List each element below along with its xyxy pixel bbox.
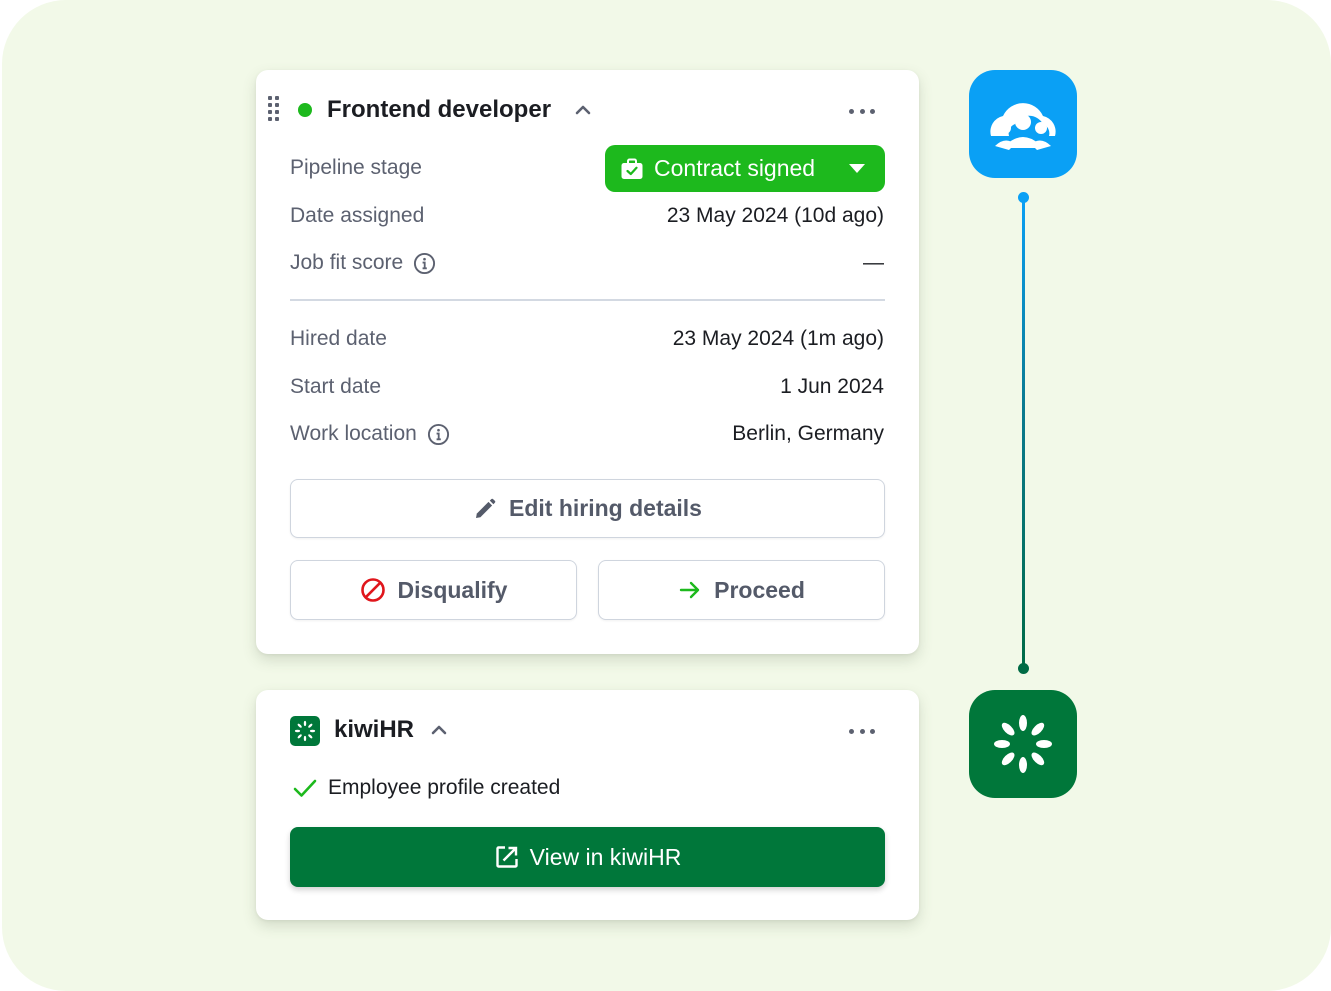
external-link-icon bbox=[495, 846, 518, 868]
info-icon[interactable] bbox=[413, 252, 436, 275]
connector-end-dot bbox=[1018, 663, 1029, 674]
more-horizontal-icon bbox=[849, 728, 854, 734]
work-location-value: Berlin, Germany bbox=[732, 422, 884, 445]
employee-profile-status: Employee profile created bbox=[292, 776, 560, 800]
integration-title: kiwiHR bbox=[334, 716, 415, 743]
date-assigned-value: 23 May 2024 (10d ago) bbox=[666, 204, 884, 227]
job-title: Frontend developer bbox=[327, 96, 552, 123]
disqualify-button[interactable]: Disqualify bbox=[290, 560, 577, 620]
edit-hiring-details-button[interactable]: Edit hiring details bbox=[290, 479, 885, 538]
kiwihr-logo-icon bbox=[290, 716, 320, 746]
chevron-up-icon[interactable] bbox=[574, 104, 592, 116]
kiwihr-logo-icon bbox=[969, 690, 1077, 798]
chevron-up-icon[interactable] bbox=[430, 724, 448, 736]
more-options-button[interactable] bbox=[849, 106, 875, 116]
pencil-icon bbox=[476, 498, 496, 518]
status-dot bbox=[298, 103, 312, 117]
hired-date-value: 23 May 2024 (1m ago) bbox=[672, 327, 884, 350]
arrow-right-icon bbox=[679, 581, 700, 599]
job-fit-score-label: Job fit score bbox=[290, 250, 436, 276]
caret-down-icon bbox=[849, 164, 865, 173]
date-assigned-label: Date assigned bbox=[290, 204, 425, 227]
drag-handle-icon[interactable] bbox=[268, 96, 280, 126]
job-fit-score-value: — bbox=[863, 251, 884, 274]
checkmark-icon bbox=[293, 779, 317, 797]
pipeline-stage-label: Pipeline stage bbox=[290, 156, 422, 179]
hired-date-label: Hired date bbox=[290, 327, 387, 350]
pipeline-stage-dropdown[interactable]: Contract signed bbox=[605, 145, 885, 192]
start-date-value: 1 Jun 2024 bbox=[780, 375, 884, 398]
proceed-button[interactable]: Proceed bbox=[598, 560, 885, 620]
info-icon[interactable] bbox=[427, 423, 450, 446]
start-date-label: Start date bbox=[290, 375, 382, 398]
prohibited-icon bbox=[360, 578, 385, 602]
pipeline-stage-value: Contract signed bbox=[654, 155, 816, 181]
briefcase-check-icon bbox=[621, 158, 643, 179]
work-location-label: Work location bbox=[290, 421, 450, 447]
recruitee-logo-icon bbox=[969, 70, 1077, 178]
view-in-kiwihr-button[interactable]: View in kiwiHR bbox=[290, 827, 885, 887]
more-options-button[interactable] bbox=[849, 726, 875, 736]
section-divider bbox=[290, 299, 885, 301]
more-horizontal-icon bbox=[849, 108, 854, 114]
integration-connector-line bbox=[1022, 198, 1025, 670]
